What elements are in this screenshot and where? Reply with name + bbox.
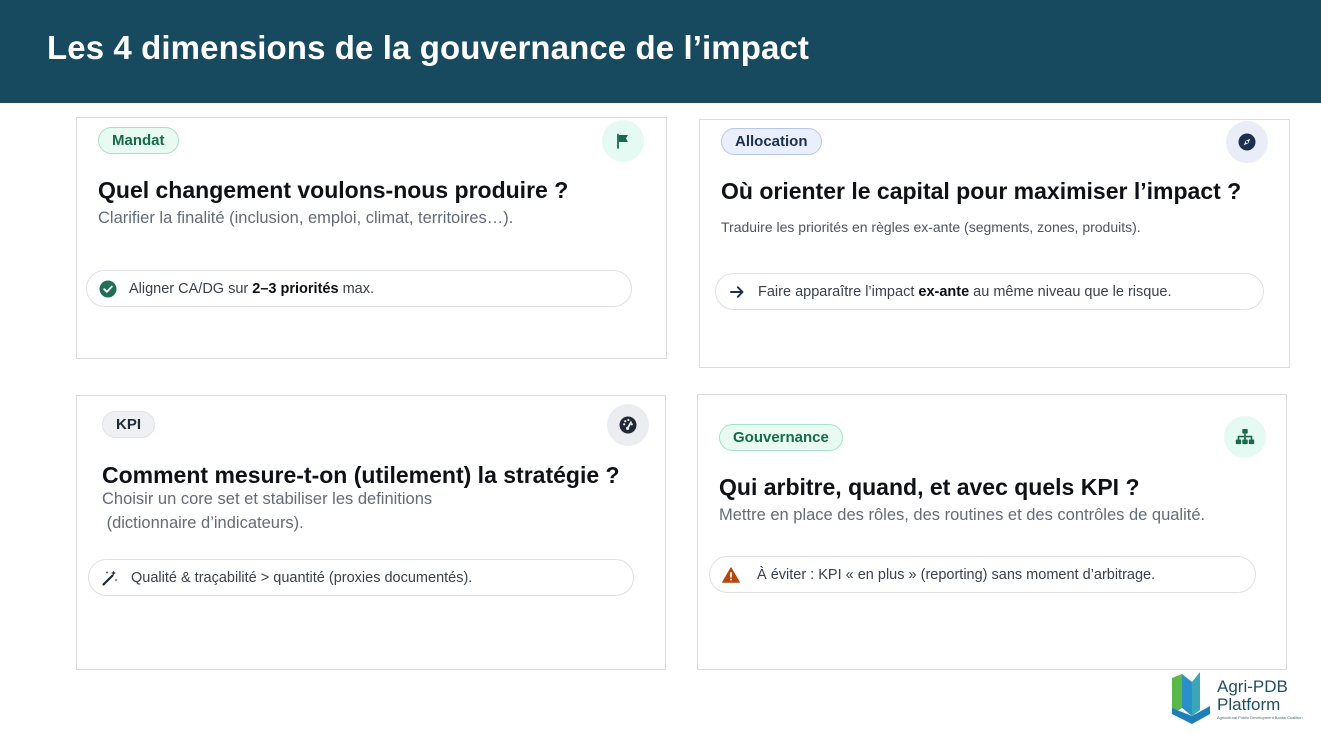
agri-pdb-logo: Agri-PDB Platform Agricultural Public De… bbox=[1168, 668, 1308, 730]
card-allocation: Allocation Où orienter le capital pour m… bbox=[699, 119, 1290, 368]
tag-kpi: KPI bbox=[102, 411, 156, 438]
tag-mandat: Mandat bbox=[98, 127, 179, 154]
flag-icon bbox=[602, 120, 644, 162]
slide-title: Les 4 dimensions de la gouvernance de l’… bbox=[47, 29, 810, 66]
card-kpi: KPI Comment mesure-t-on (utilement) la s… bbox=[76, 395, 666, 670]
compass-icon bbox=[1226, 121, 1268, 163]
question-kpi: Comment mesure-t-on (utilement) la strat… bbox=[102, 462, 620, 488]
question-gouvernance: Qui arbitre, quand, et avec quels KPI ? bbox=[719, 474, 1140, 500]
warning-icon bbox=[721, 565, 741, 585]
org-chart-icon bbox=[1224, 416, 1266, 458]
description-kpi: Choisir un core set et stabiliser les de… bbox=[102, 490, 433, 532]
gauge-icon bbox=[607, 404, 649, 446]
logo-name-line2: Platform bbox=[1217, 695, 1281, 714]
tag-gouvernance: Gouvernance bbox=[719, 424, 843, 451]
description-allocation: Traduire les priorités en règles ex-ante… bbox=[721, 219, 1141, 235]
arrow-right-icon bbox=[727, 282, 747, 302]
description-mandat: Clarifier la finalité (inclusion, emploi… bbox=[98, 209, 514, 227]
question-mandat: Quel changement voulons-nous produire ? bbox=[98, 177, 569, 203]
slide-header: Les 4 dimensions de la gouvernance de l’… bbox=[0, 0, 1321, 103]
magic-wand-icon bbox=[100, 568, 120, 588]
point-mandat: Aligner CA/DG sur 2–3 priorités max. bbox=[86, 270, 632, 307]
point-allocation: Faire apparaître l’impact ex-ante au mêm… bbox=[715, 273, 1264, 310]
logo-name-line1: Agri-PDB bbox=[1217, 677, 1288, 696]
point-gouvernance: À éviter : KPI « en plus » (reporting) s… bbox=[709, 556, 1256, 593]
point-gouvernance-text: À éviter : KPI « en plus » (reporting) s… bbox=[757, 566, 1156, 583]
card-gouvernance: Gouvernance Qui arbitre, quand, et avec … bbox=[697, 394, 1287, 670]
check-circle-icon bbox=[98, 279, 118, 299]
point-mandat-text: Aligner CA/DG sur 2–3 priorités max. bbox=[129, 280, 374, 297]
question-allocation: Où orienter le capital pour maximiser l’… bbox=[721, 178, 1242, 204]
point-allocation-text: Faire apparaître l’impact ex-ante au mêm… bbox=[758, 283, 1172, 300]
agri-pdb-logo-mark bbox=[1172, 672, 1210, 724]
card-mandat: Mandat Quel changement voulons-nous prod… bbox=[76, 117, 667, 359]
tag-allocation: Allocation bbox=[721, 128, 822, 155]
description-gouvernance: Mettre en place des rôles, des routines … bbox=[719, 506, 1206, 524]
logo-tagline: Agricultural Public Development Banks Co… bbox=[1217, 715, 1303, 720]
point-kpi-text: Qualité & traçabilité > quantité (proxie… bbox=[131, 569, 473, 586]
point-kpi: Qualité & traçabilité > quantité (proxie… bbox=[88, 559, 634, 596]
